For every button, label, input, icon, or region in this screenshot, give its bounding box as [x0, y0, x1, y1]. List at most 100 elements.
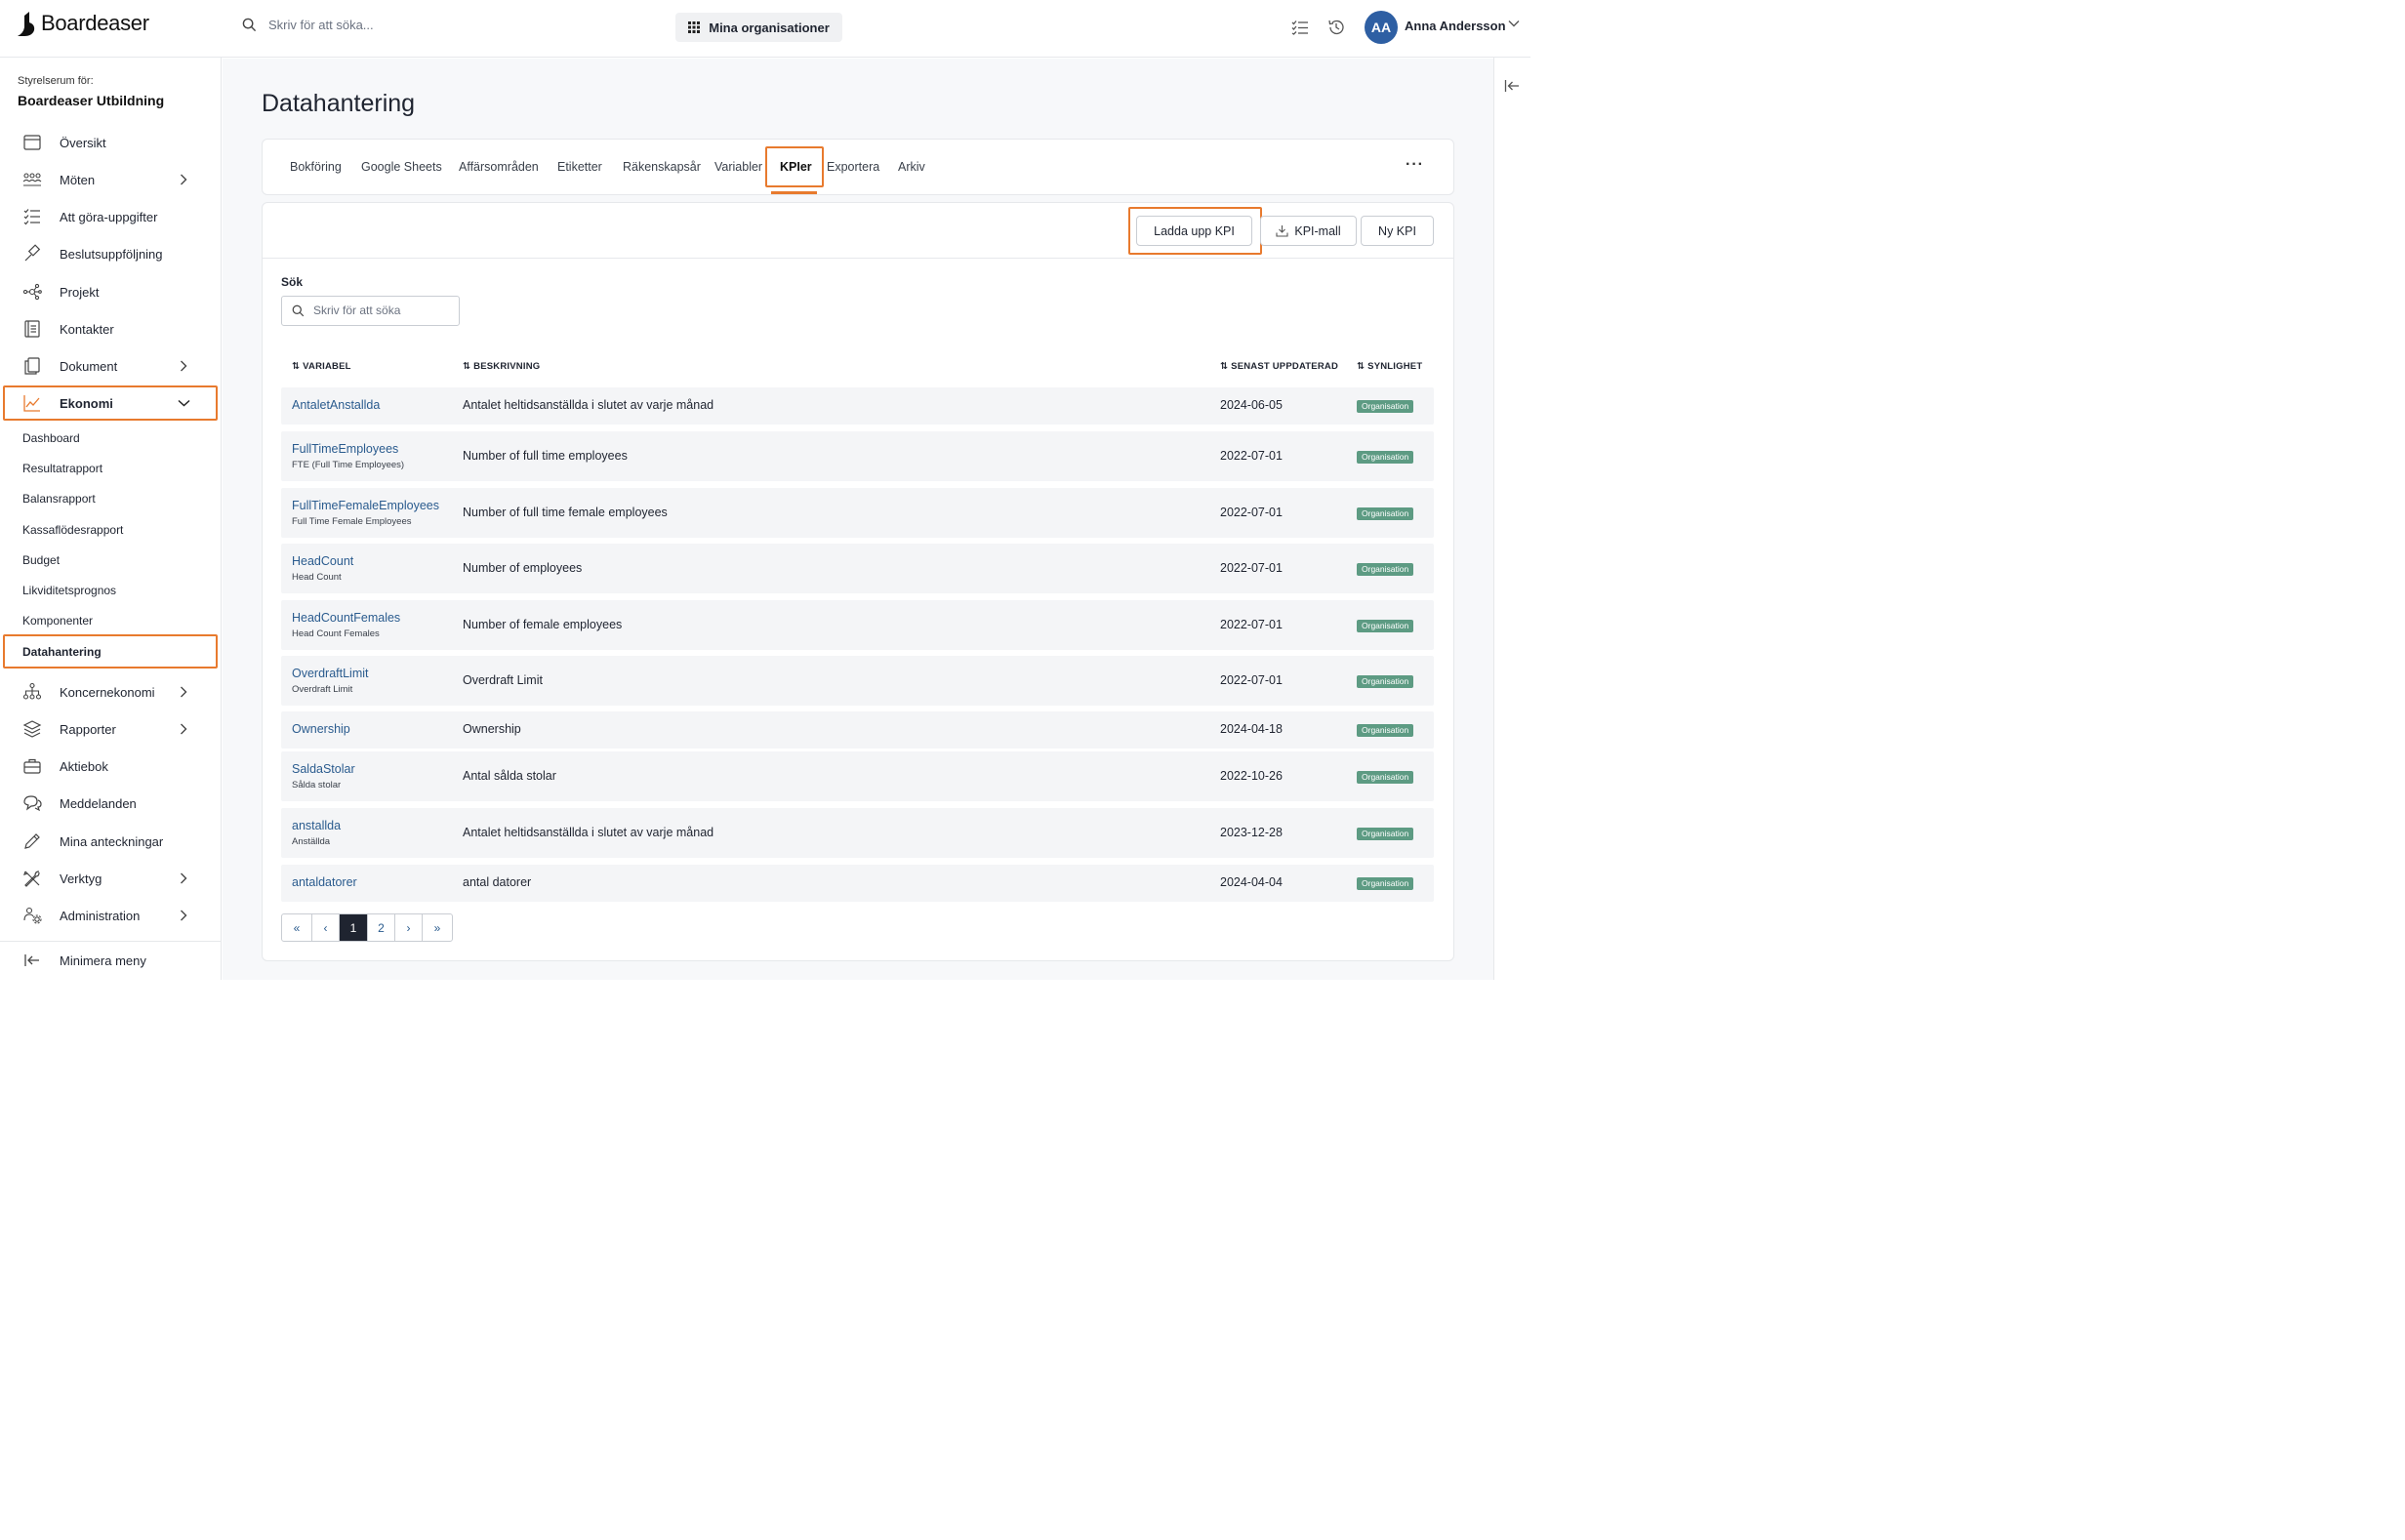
updated-date-cell: 2024-06-05 [1220, 398, 1283, 412]
board-room-caption: Styrelserum för: [18, 75, 94, 87]
variable-link[interactable]: OverdraftLimit [292, 667, 369, 680]
table-row[interactable]: FullTimeEmployees FTE (Full Time Employee… [281, 431, 1434, 481]
page-2-button[interactable]: 2 [368, 914, 395, 941]
table-row[interactable]: FullTimeFemaleEmployees Full Time Female … [281, 488, 1434, 538]
sidebar-item-ekonomi[interactable]: Ekonomi [0, 386, 222, 420]
tab-affarsomraden[interactable]: Affärsområden [459, 160, 539, 174]
table-row[interactable]: OverdraftLimit Overdraft Limit Overdraft L… [281, 656, 1434, 706]
sidebar-item-administration[interactable]: Administration [0, 899, 222, 932]
tab-variabler[interactable]: Variabler [714, 160, 762, 174]
user-avatar[interactable]: AA [1365, 11, 1398, 44]
new-kpi-label: Ny KPI [1378, 223, 1416, 238]
sidebar-item-mina-anteckningar[interactable]: Mina anteckningar [0, 825, 222, 858]
previous-page-button[interactable]: ‹ [312, 914, 340, 941]
updated-date-cell: 2022-07-01 [1220, 448, 1283, 463]
table-row[interactable]: AntaletAnstallda Antalet heltidsanställda… [281, 387, 1434, 425]
variable-link[interactable]: anstallda [292, 819, 341, 832]
sub-item-komponenter[interactable]: Komponenter [22, 614, 93, 628]
variable-link[interactable]: antaldatorer [292, 875, 357, 889]
global-search[interactable] [242, 18, 483, 32]
sidebar-item-aktiebok[interactable]: Aktiebok [0, 750, 222, 783]
sidebar-item-oversikt[interactable]: Översikt [0, 126, 222, 159]
sub-item-kassaflodesrapport[interactable]: Kassaflödesrapport [22, 523, 123, 537]
variable-link[interactable]: HeadCount [292, 554, 353, 568]
sidebar-item-meddelanden[interactable]: Meddelanden [0, 787, 222, 820]
visibility-badge: Organisation [1357, 877, 1414, 890]
table-row[interactable]: HeadCount Head Count Number of employees 20… [281, 544, 1434, 593]
tab-google-sheets[interactable]: Google Sheets [361, 160, 442, 174]
brand-name: Boardeaser [41, 11, 149, 35]
sidebar-item-koncernekonomi[interactable]: Koncernekonomi [0, 675, 222, 709]
sidebar-item-beslutsuppfoljning[interactable]: Beslutsuppföljning [0, 237, 222, 270]
tab-rakenskapsar[interactable]: Räkenskapsår [623, 160, 701, 174]
sidebar-item-projekt[interactable]: Projekt [0, 275, 222, 308]
sub-item-balansrapport[interactable]: Balansrapport [22, 492, 96, 506]
sub-item-dashboard[interactable]: Dashboard [22, 431, 80, 445]
variable-link[interactable]: FullTimeFemaleEmployees [292, 499, 439, 512]
sidebar-item-moten[interactable]: Möten [0, 163, 222, 196]
chevron-right-icon [181, 872, 187, 884]
next-page-button[interactable]: › [395, 914, 423, 941]
table-row[interactable]: antaldatorer antal datorer 2024-04-04 Organ… [281, 865, 1434, 902]
upload-kpi-button[interactable]: Ladda upp KPI [1136, 216, 1252, 246]
minimize-menu-button[interactable]: Minimera meny [0, 944, 222, 977]
pagination: « ‹ 1 2 › » [281, 913, 453, 942]
people-icon [22, 173, 42, 186]
variable-link[interactable]: Ownership [292, 722, 350, 736]
kpi-template-button[interactable]: KPI-mall [1260, 216, 1357, 246]
upload-kpi-label: Ladda upp KPI [1154, 223, 1235, 238]
sub-item-likviditetsprognos[interactable]: Likviditetsprognos [22, 584, 116, 597]
table-row[interactable]: SaldaStolar Sålda stolar Antal sålda stola… [281, 751, 1434, 801]
variable-subtitle: Head Count [292, 571, 342, 583]
sub-item-datahantering[interactable]: Datahantering [22, 645, 102, 659]
collapse-left-icon[interactable] [1504, 79, 1520, 93]
tab-kpier[interactable]: KPIer [780, 160, 812, 174]
chevron-right-icon [181, 174, 187, 185]
sidebar-item-verktyg[interactable]: Verktyg [0, 862, 222, 895]
kpi-search-field[interactable] [281, 296, 460, 326]
tab-etiketter[interactable]: Etiketter [557, 160, 602, 174]
more-options-icon[interactable]: ··· [1406, 156, 1424, 174]
variable-link[interactable]: AntaletAnstallda [292, 398, 380, 412]
global-search-input[interactable] [268, 18, 483, 32]
tasks-icon[interactable] [1290, 18, 1310, 37]
first-page-button[interactable]: « [282, 914, 312, 941]
column-header-synlighet[interactable]: ⇅ SYNLIGHET [1357, 361, 1422, 372]
tab-arkiv[interactable]: Arkiv [898, 160, 925, 174]
visibility-badge: Organisation [1357, 724, 1414, 737]
sub-item-budget[interactable]: Budget [22, 553, 60, 567]
history-icon[interactable] [1326, 18, 1346, 37]
tab-bokforing[interactable]: Bokföring [290, 160, 342, 174]
sidebar-item-kontakter[interactable]: Kontakter [0, 312, 222, 345]
updated-date-cell: 2023-12-28 [1220, 825, 1283, 839]
my-organizations-button[interactable]: Mina organisationer [675, 13, 842, 42]
brand-logo[interactable]: Boardeaser [16, 10, 149, 37]
chat-icon [23, 795, 42, 812]
last-page-button[interactable]: » [423, 914, 452, 941]
sidebar-item-dokument[interactable]: Dokument [0, 349, 222, 383]
sidebar-item-rapporter[interactable]: Rapporter [0, 712, 222, 746]
chevron-right-icon [181, 686, 187, 698]
sidebar-item-label: Att göra-uppgifter [60, 210, 158, 224]
new-kpi-button[interactable]: Ny KPI [1361, 216, 1434, 246]
kpi-search-input[interactable] [313, 304, 450, 317]
variable-link[interactable]: SaldaStolar [292, 762, 355, 776]
minimize-menu-label: Minimera meny [60, 953, 146, 968]
column-header-variabel[interactable]: ⇅ VARIABEL [292, 361, 351, 372]
variable-link[interactable]: FullTimeEmployees [292, 442, 398, 456]
page-1-button[interactable]: 1 [340, 914, 368, 941]
tab-exportera[interactable]: Exportera [827, 160, 879, 174]
admin-icon [23, 907, 42, 924]
table-row[interactable]: Ownership Ownership 2024-04-18 Organisation [281, 711, 1434, 749]
table-row[interactable]: HeadCountFemales Head Count Females Number… [281, 600, 1434, 650]
sub-item-resultatrapport[interactable]: Resultatrapport [22, 462, 102, 475]
column-header-beskrivning[interactable]: ⇅ BESKRIVNING [463, 361, 540, 372]
sidebar-item-att-gora[interactable]: Att göra-uppgifter [0, 200, 222, 233]
column-header-senast-uppdaterad[interactable]: ⇅ SENAST UPPDATERAD [1220, 361, 1338, 372]
description-cell: Ownership [463, 722, 521, 736]
variable-link[interactable]: HeadCountFemales [292, 611, 400, 625]
table-row[interactable]: anstallda Anställda Antalet heltidsanställ… [281, 808, 1434, 858]
chevron-down-icon[interactable] [1508, 20, 1520, 27]
tools-icon [23, 871, 40, 887]
user-name[interactable]: Anna Andersson [1405, 19, 1506, 33]
